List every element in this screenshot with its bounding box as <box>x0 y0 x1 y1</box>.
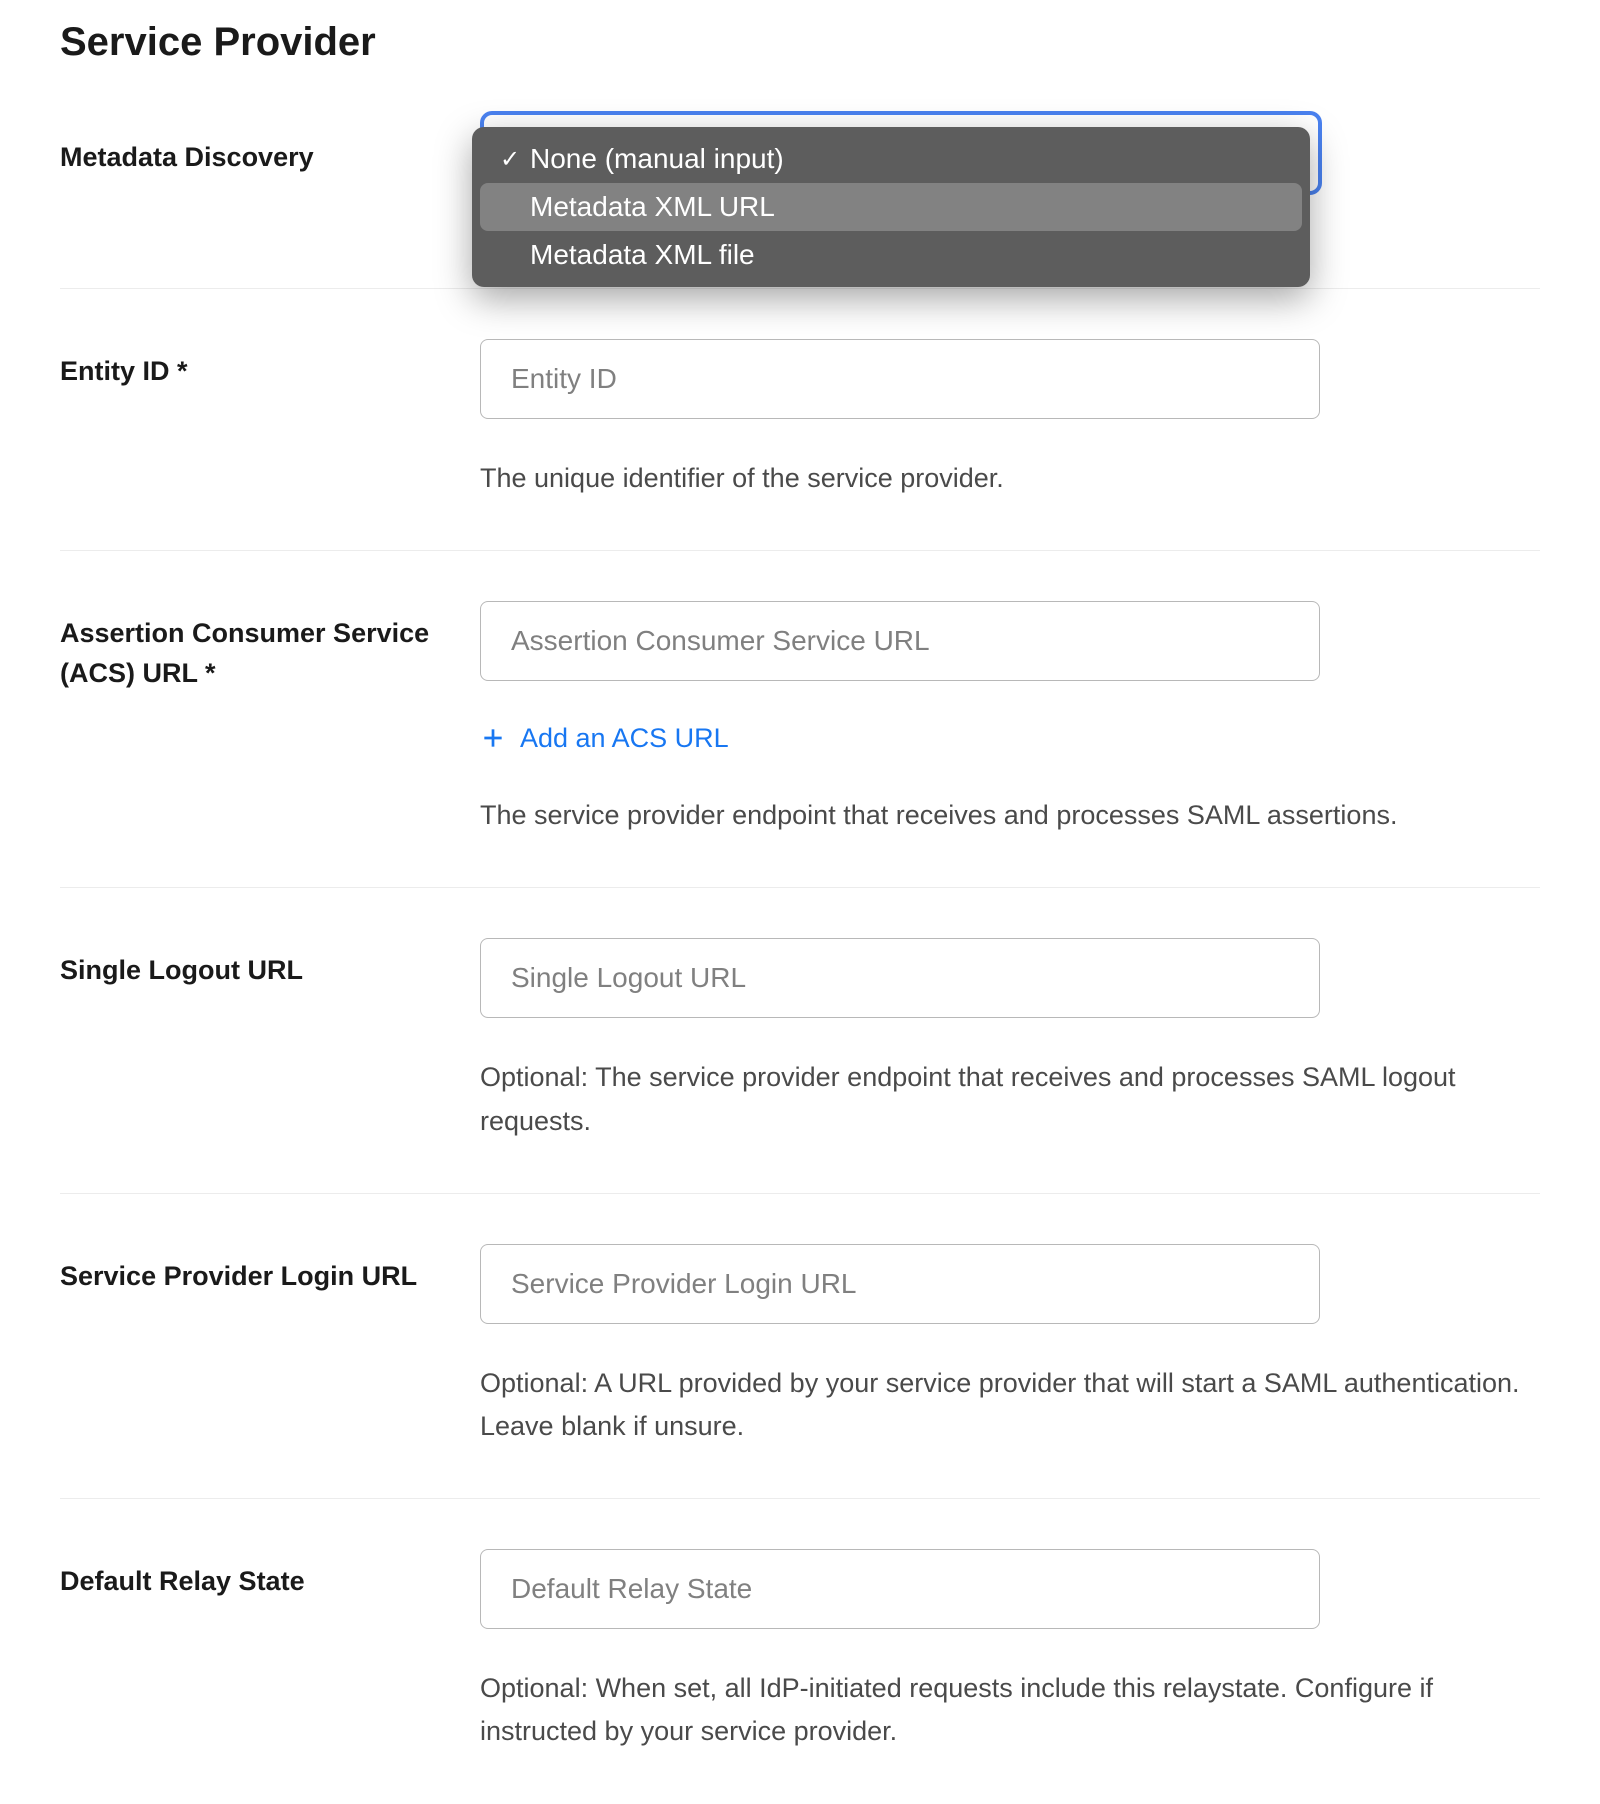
field-row-acs-url: Assertion Consumer Service (ACS) URL * A… <box>60 551 1540 889</box>
sp-login-url-input[interactable] <box>480 1244 1320 1324</box>
field-label-relay-state: Default Relay State <box>60 1549 480 1602</box>
dropdown-option-metadata-xml-file[interactable]: Metadata XML file <box>480 231 1302 279</box>
relay-state-help: Optional: When set, all IdP-initiated re… <box>480 1667 1540 1753</box>
slo-url-input[interactable] <box>480 938 1320 1018</box>
check-icon: ✓ <box>496 145 524 174</box>
field-row-sp-login-url: Service Provider Login URL Optional: A U… <box>60 1194 1540 1499</box>
field-row-slo-url: Single Logout URL Optional: The service … <box>60 888 1540 1193</box>
relay-state-input[interactable] <box>480 1549 1320 1629</box>
acs-url-help: The service provider endpoint that recei… <box>480 794 1540 837</box>
entity-id-input[interactable] <box>480 339 1320 419</box>
metadata-discovery-dropdown: ✓ None (manual input) Metadata XML URL M… <box>472 127 1310 287</box>
dropdown-option-label: None (manual input) <box>530 143 784 175</box>
field-label-acs-url: Assertion Consumer Service (ACS) URL * <box>60 601 480 694</box>
add-acs-url-button[interactable]: Add an ACS URL <box>480 723 729 754</box>
dropdown-option-none-manual[interactable]: ✓ None (manual input) <box>480 135 1302 183</box>
dropdown-option-label: Metadata XML file <box>530 239 755 271</box>
add-acs-url-label: Add an ACS URL <box>520 723 729 754</box>
field-row-relay-state: Default Relay State Optional: When set, … <box>60 1499 1540 1803</box>
field-label-entity-id: Entity ID * <box>60 339 480 392</box>
dropdown-option-label: Metadata XML URL <box>530 191 775 223</box>
acs-url-input[interactable] <box>480 601 1320 681</box>
page-title: Service Provider <box>60 20 1540 65</box>
field-label-metadata-discovery: Metadata Discovery <box>60 125 480 178</box>
dropdown-option-metadata-xml-url[interactable]: Metadata XML URL <box>480 183 1302 231</box>
field-row-metadata-discovery: Metadata Discovery ✓ None (manual input)… <box>60 125 1540 289</box>
plus-icon <box>480 725 506 751</box>
sp-login-url-help: Optional: A URL provided by your service… <box>480 1362 1540 1448</box>
field-label-slo-url: Single Logout URL <box>60 938 480 991</box>
metadata-discovery-select[interactable]: ✓ None (manual input) Metadata XML URL M… <box>480 111 1322 271</box>
field-label-sp-login-url: Service Provider Login URL <box>60 1244 480 1297</box>
entity-id-help: The unique identifier of the service pro… <box>480 457 1540 500</box>
slo-url-help: Optional: The service provider endpoint … <box>480 1056 1540 1142</box>
service-provider-form: Metadata Discovery ✓ None (manual input)… <box>60 125 1540 1804</box>
field-row-entity-id: Entity ID * The unique identifier of the… <box>60 289 1540 551</box>
